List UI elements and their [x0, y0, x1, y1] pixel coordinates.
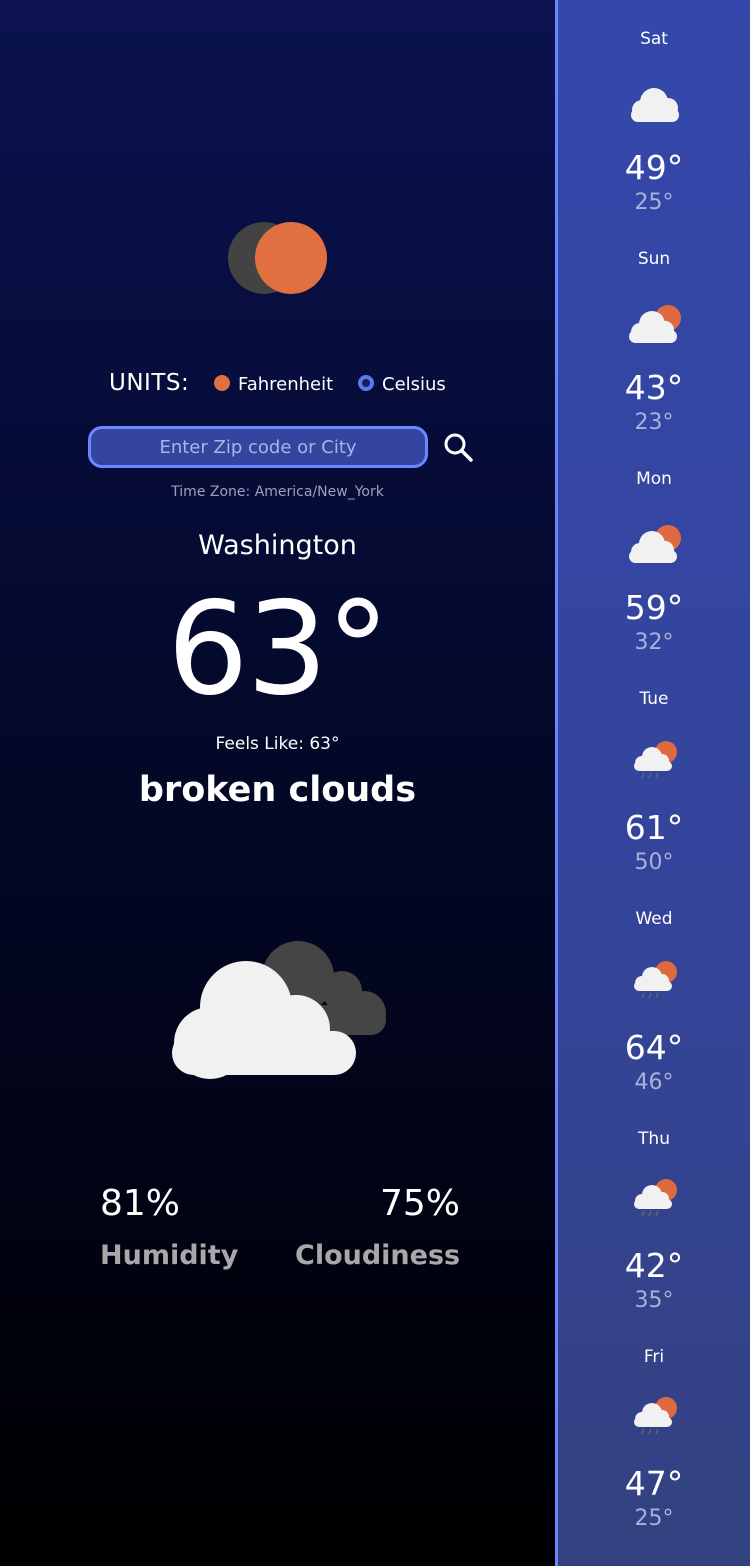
forecast-panel: Sat 49° 25° Sun 43° 23° Mon 59° 32° Tue … [555, 0, 750, 1566]
cloudiness-label: Cloudiness [295, 1240, 461, 1271]
forecast-low: 46° [634, 1070, 674, 1095]
forecast-high: 47° [624, 1464, 684, 1503]
current-temperature: 63° [167, 575, 390, 724]
forecast-day: Mon [636, 469, 672, 489]
forecast-low: 25° [634, 190, 674, 215]
forecast-low: 25° [634, 1506, 674, 1531]
current-weather-panel: UNITS: Fahrenheit Celsius Time Zone: Ame… [0, 0, 555, 1566]
humidity-value: 81% [100, 1183, 181, 1224]
app-logo [226, 221, 330, 295]
forecast-day: Fri [643, 1347, 665, 1367]
forecast-low: 32° [634, 630, 674, 655]
celsius-label[interactable]: Celsius [382, 374, 446, 395]
humidity-label: Humidity [100, 1240, 239, 1271]
forecast-day: Sat [640, 29, 668, 49]
weather-description: broken clouds [138, 770, 417, 810]
broken-clouds-icon [160, 935, 400, 1085]
feels-like-text: Feels Like: 63° [215, 734, 340, 754]
forecast-high: 59° [624, 588, 684, 627]
city-name: Washington [198, 530, 357, 561]
forecast-high: 49° [624, 148, 684, 187]
fahrenheit-label[interactable]: Fahrenheit [238, 374, 333, 395]
partly-cloudy-icon [626, 522, 684, 566]
partly-cloudy-icon [626, 302, 684, 346]
units-label: UNITS: [109, 370, 190, 396]
forecast-low: 23° [634, 410, 674, 435]
timezone-text: Time Zone: America/New_York [171, 484, 384, 500]
units-selector: UNITS: Fahrenheit Celsius [0, 368, 555, 402]
rain-partly-cloudy-icon [626, 740, 684, 784]
forecast-day: Wed [635, 909, 673, 929]
fahrenheit-radio[interactable] [214, 375, 230, 391]
forecast-high: 43° [624, 368, 684, 407]
search-input[interactable] [88, 426, 428, 468]
forecast-day: Sun [637, 249, 671, 269]
forecast-high: 61° [624, 808, 684, 847]
forecast-low: 35° [634, 1288, 674, 1313]
forecast-day: Thu [638, 1129, 670, 1149]
rain-partly-cloudy-icon [626, 1396, 684, 1440]
cloud-icon [626, 82, 684, 126]
forecast-low: 50° [634, 850, 674, 875]
cloudiness-value: 75% [380, 1183, 461, 1224]
celsius-radio[interactable] [358, 375, 374, 391]
forecast-high: 64° [624, 1028, 684, 1067]
rain-partly-cloudy-icon [626, 1178, 684, 1222]
forecast-day: Tue [639, 689, 669, 709]
forecast-high: 42° [624, 1246, 684, 1285]
logo-orange-circle [255, 222, 327, 294]
search-icon[interactable] [441, 430, 475, 464]
rain-partly-cloudy-icon [626, 960, 684, 1004]
